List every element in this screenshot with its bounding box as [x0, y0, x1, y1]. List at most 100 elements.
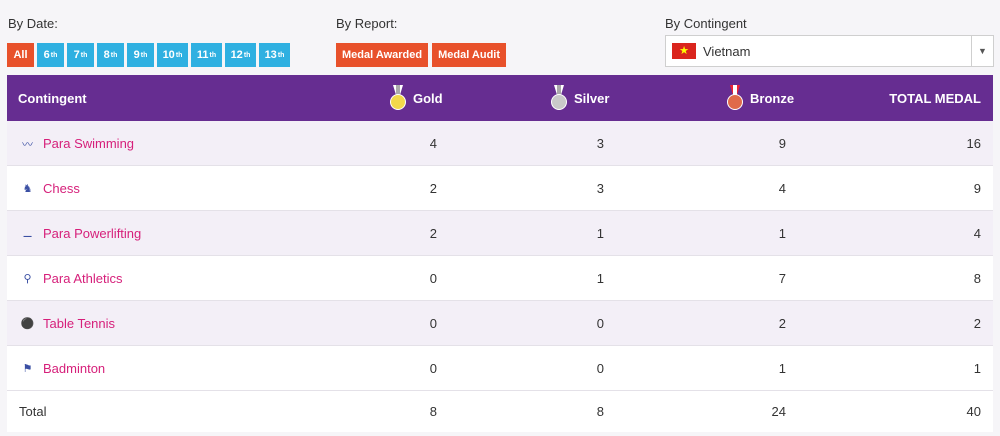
report-filter-buttons: Medal Awarded Medal Audit [336, 43, 507, 67]
total-count: 16 [966, 136, 981, 151]
medal-table-page: By Date: By Report: By Contingent All 6t… [0, 0, 1000, 436]
contingent-select-value: Vietnam [703, 43, 751, 59]
chess-icon: ♞ [22, 183, 33, 195]
gold-count: 2 [429, 226, 437, 241]
bronze-count: 1 [778, 226, 786, 241]
sport-cell: ⚊ Para Powerlifting [19, 211, 142, 256]
date-button-label: 11 [196, 49, 209, 61]
date-button-label: All [13, 49, 28, 61]
by-date-label: By Date: [8, 16, 58, 31]
table-header: Contingent Gold Silver Bronze TOTAL MEDA… [7, 75, 993, 121]
vietnam-flag-icon: ★ [672, 43, 696, 59]
total-total: 40 [966, 404, 981, 419]
gold-count: 0 [429, 271, 437, 286]
by-report-label: By Report: [336, 16, 398, 31]
date-button-all[interactable]: All [7, 43, 34, 67]
sport-link[interactable]: Para Powerlifting [43, 226, 141, 241]
header-gold: Gold [389, 75, 443, 121]
table-row: ⚑ Badminton 0 0 1 1 [7, 346, 993, 391]
date-button-label: 13 [264, 49, 277, 61]
medal-awarded-button[interactable]: Medal Awarded [336, 43, 429, 67]
table-row: ♞ Chess 2 3 4 9 [7, 166, 993, 211]
swimming-icon: 〰 [22, 138, 33, 151]
total-bronze: 24 [771, 404, 786, 419]
sport-cell: ♞ Chess [19, 166, 80, 211]
date-button-label: 8 [103, 49, 110, 61]
sport-link[interactable]: Badminton [43, 361, 105, 376]
sport-link[interactable]: Table Tennis [43, 316, 115, 331]
silver-count: 0 [596, 361, 604, 376]
date-button-8th[interactable]: 8th [97, 43, 124, 67]
date-button-label: 10 [162, 49, 175, 61]
header-total-medal: TOTAL MEDAL [889, 90, 981, 106]
date-button-suffix: th [50, 51, 58, 59]
total-label: Total [19, 404, 47, 419]
sport-link[interactable]: Para Swimming [43, 136, 134, 151]
bronze-count: 4 [778, 181, 786, 196]
date-button-label: 9 [133, 49, 140, 61]
date-button-suffix: th [140, 51, 148, 59]
date-button-6th[interactable]: 6th [37, 43, 64, 67]
bronze-count: 7 [778, 271, 786, 286]
sport-cell: ⚑ Badminton [19, 346, 106, 391]
gold-count: 0 [429, 316, 437, 331]
flag-star-icon: ★ [679, 44, 689, 57]
date-button-suffix: th [110, 51, 118, 59]
bronze-count: 9 [778, 136, 786, 151]
total-count: 2 [973, 316, 981, 331]
date-button-12th[interactable]: 12th [225, 43, 256, 67]
gold-count: 4 [429, 136, 437, 151]
gold-count: 0 [429, 361, 437, 376]
total-count: 4 [973, 226, 981, 241]
header-bronze: Bronze [726, 75, 794, 121]
date-button-7th[interactable]: 7th [67, 43, 94, 67]
gold-medal-icon [389, 85, 407, 111]
sport-link[interactable]: Chess [43, 181, 80, 196]
table-tennis-icon: ⚫ [20, 318, 35, 330]
date-button-10th[interactable]: 10th [157, 43, 188, 67]
date-button-9th[interactable]: 9th [127, 43, 154, 67]
silver-count: 1 [596, 226, 604, 241]
bronze-medal-icon [726, 85, 744, 111]
total-count: 9 [973, 181, 981, 196]
chevron-down-icon[interactable]: ▼ [971, 36, 993, 66]
date-button-suffix: th [175, 51, 183, 59]
table-row: 〰 Para Swimming 4 3 9 16 [7, 121, 993, 166]
sport-link[interactable]: Para Athletics [43, 271, 123, 286]
silver-count: 3 [596, 181, 604, 196]
badminton-icon: ⚑ [22, 363, 33, 375]
date-button-label: 12 [230, 49, 243, 61]
sport-cell: ⚫ Table Tennis [19, 301, 115, 346]
date-button-label: 6 [43, 49, 50, 61]
by-contingent-label: By Contingent [665, 16, 747, 31]
sport-cell: ⚲ Para Athletics [19, 256, 123, 301]
header-gold-label: Gold [413, 90, 443, 106]
date-button-label: 7 [73, 49, 80, 61]
silver-count: 1 [596, 271, 604, 286]
total-count: 8 [973, 271, 981, 286]
header-bronze-label: Bronze [750, 90, 795, 106]
header-contingent: Contingent [18, 90, 87, 106]
sport-cell: 〰 Para Swimming [19, 121, 134, 166]
header-silver-label: Silver [574, 90, 610, 106]
gold-count: 2 [429, 181, 437, 196]
total-row: Total 8 8 24 40 [7, 391, 993, 432]
date-button-suffix: th [209, 51, 217, 59]
table-row: ⚊ Para Powerlifting 2 1 1 4 [7, 211, 993, 256]
total-count: 1 [973, 361, 981, 376]
contingent-select[interactable]: ★ Vietnam ▼ [665, 35, 994, 67]
medal-audit-button[interactable]: Medal Audit [432, 43, 507, 67]
date-button-11th[interactable]: 11th [191, 43, 222, 67]
date-button-suffix: th [277, 51, 285, 59]
table-row: ⚫ Table Tennis 0 0 2 2 [7, 301, 993, 346]
bronze-count: 2 [778, 316, 786, 331]
silver-count: 3 [596, 136, 604, 151]
total-gold: 8 [429, 404, 437, 419]
table-row: ⚲ Para Athletics 0 1 7 8 [7, 256, 993, 301]
header-silver: Silver [550, 75, 609, 121]
date-button-13th[interactable]: 13th [259, 43, 290, 67]
date-button-suffix: th [80, 51, 88, 59]
silver-count: 0 [596, 316, 604, 331]
medal-table: Contingent Gold Silver Bronze TOTAL MEDA… [7, 75, 993, 432]
total-silver: 8 [596, 404, 604, 419]
